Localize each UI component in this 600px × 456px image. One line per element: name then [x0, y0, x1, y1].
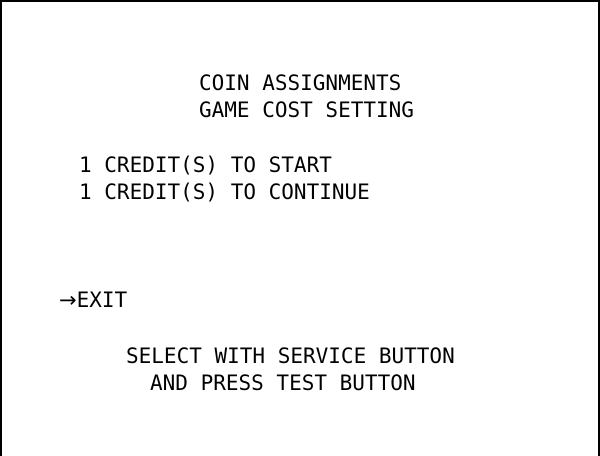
menu-subtitle: GAME COST SETTING — [199, 98, 414, 122]
instruction-line-1: SELECT WITH SERVICE BUTTON — [126, 344, 455, 368]
exit-label: EXIT — [76, 288, 128, 312]
menu-option-credits-to-continue[interactable]: 1 CREDIT(S) TO CONTINUE — [79, 180, 370, 204]
test-menu-screen: COIN ASSIGNMENTS GAME COST SETTING 1 CRE… — [0, 0, 600, 456]
selection-cursor-arrow-icon: → — [59, 288, 77, 312]
menu-option-exit[interactable]: →EXIT — [59, 288, 127, 312]
menu-title: COIN ASSIGNMENTS — [199, 71, 402, 95]
instruction-line-2: AND PRESS TEST BUTTON — [150, 371, 416, 395]
menu-option-credits-to-start[interactable]: 1 CREDIT(S) TO START — [79, 153, 332, 177]
